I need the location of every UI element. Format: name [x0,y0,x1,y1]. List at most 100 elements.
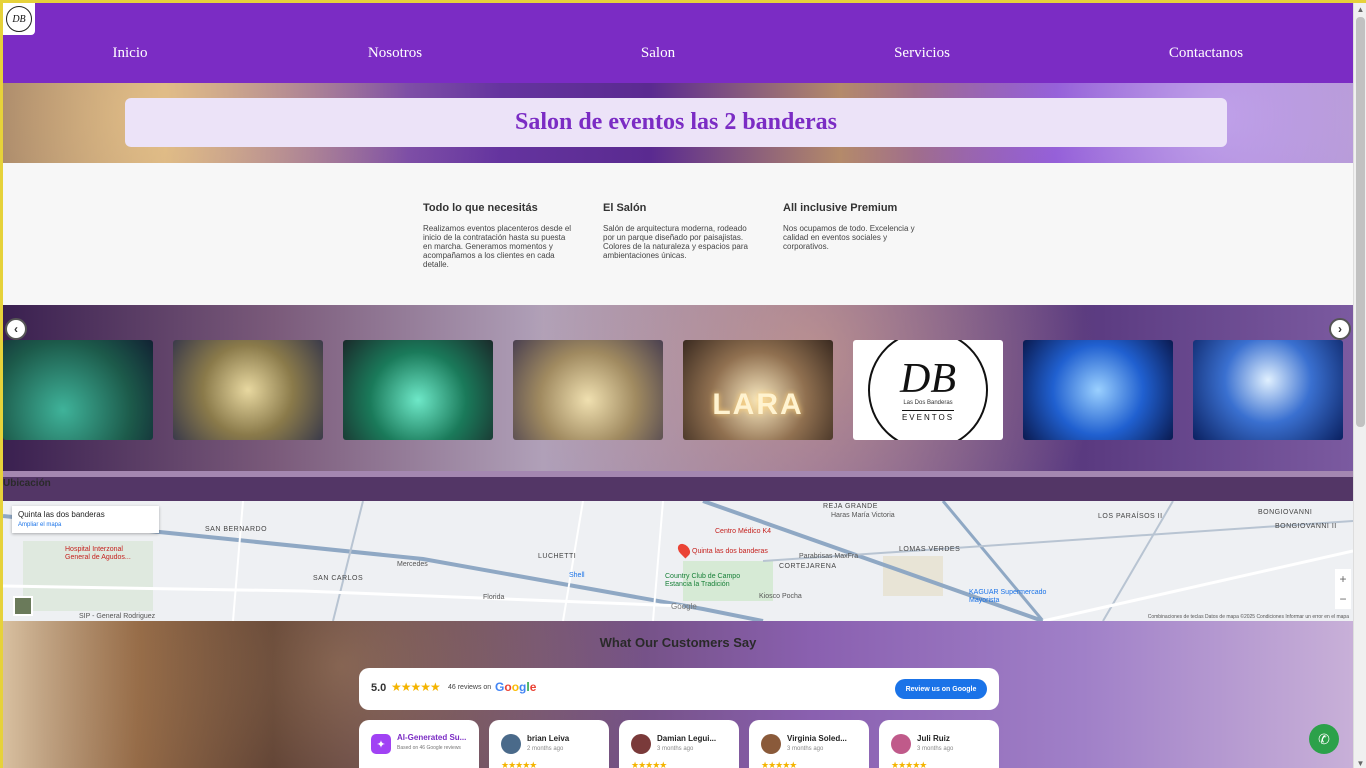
logo-subtitle: Las Dos Banderas [903,400,953,406]
map-label: BONGIOVANNI II [1275,523,1337,530]
whatsapp-icon[interactable]: ✆ [1309,724,1339,754]
feature-text: Nos ocupamos de todo. Excelencia y calid… [783,224,915,251]
map-label: Hospital Interzonal General de Agudos... [65,546,131,561]
logo-letters: DB [900,356,956,402]
map-label: LUCHETTI [538,553,577,560]
avatar [631,734,651,754]
review-date: 3 months ago [787,746,824,752]
avatar [501,734,521,754]
google-watermark: Google [671,602,697,611]
map-label: SIP - General Rodriguez [79,613,156,620]
hero-banner: Salon de eventos las 2 banderas [3,83,1353,163]
reviewer-name: brian Leiva [527,734,570,743]
review-stars: ★★★★★ [501,760,537,768]
review-stars: ★★★★★ [891,760,927,768]
nav-link-inicio[interactable]: Inicio [113,45,148,62]
scrollbar-thumb[interactable] [1356,17,1365,427]
gallery-photo[interactable] [343,340,493,440]
page-scrollbar[interactable]: ▲ ▼ [1353,3,1366,768]
map-label: SAN CARLOS [313,575,364,582]
chevron-right-icon[interactable]: › [1329,318,1351,340]
page: DB Inicio Nosotros Salon Servicios Conta… [3,3,1353,768]
feature-title: All inclusive Premium [783,202,898,214]
reviewer-name: Virginia Soled... [787,734,847,743]
avatar [891,734,911,754]
scroll-down-icon[interactable]: ▼ [1356,759,1365,768]
gallery-photo[interactable] [3,340,153,440]
feature-premium: All inclusive Premium Nos ocupamos de to… [783,202,935,251]
review-card[interactable]: Damian Legui... 3 months ago ★★★★★ [619,720,739,768]
review-stars: ★★★★★ [761,760,797,768]
map-label: Florida [483,594,505,601]
gallery-photo[interactable] [1023,340,1173,440]
location-label: Ubicación [3,478,51,489]
map-label: Centro Médico K4 [715,528,772,535]
map-place-card: Quinta las dos banderas Ampliar el mapa [12,506,159,533]
brand-logo: DB Las Dos Banderas EVENTOS [868,340,988,440]
hero-card: Salon de eventos las 2 banderas [125,98,1227,147]
satellite-toggle[interactable] [13,596,33,616]
review-count: 46 reviews on [448,684,492,691]
map-label: Quinta las dos banderas [692,548,768,555]
map-label: Mercedes [397,561,428,568]
ai-summary-title: AI-Generated Su... [397,733,467,742]
review-card[interactable]: Virginia Soled... 3 months ago ★★★★★ [749,720,869,768]
avatar [761,734,781,754]
review-date: 2 months ago [527,746,564,752]
map-footer[interactable]: Combinaciones de teclas Datos de mapa ©2… [1148,614,1349,620]
map-label: Kiosco Pocha [759,593,802,600]
review-stars: ★★★★★ [631,760,667,768]
reviewer-name: Damian Legui... [657,734,717,743]
top-nav: DB Inicio Nosotros Salon Servicios Conta… [3,3,1353,83]
ai-summary-card[interactable]: ✦ AI-Generated Su... Based on 46 Google … [359,720,479,768]
map-label: REJA GRANDE [823,503,878,510]
reviews-title: What Our Customers Say [599,635,757,650]
photo-carousel: ‹ › LARA DB Las Dos Banderas EVENTOS [3,305,1353,471]
review-us-button[interactable]: Review us on Google [895,679,987,699]
map-label: Country Club de Campo Estancia la Tradic… [665,573,741,588]
logo-emblem: DB [6,6,32,32]
nav-link-nosotros[interactable]: Nosotros [368,45,422,62]
gallery-photo[interactable] [513,340,663,440]
review-date: 3 months ago [657,746,694,752]
map-label: KAGUAR Supermercado Mayorista [969,589,1047,604]
map-label: LOMAS VERDES [899,546,961,553]
scroll-up-icon[interactable]: ▲ [1356,5,1365,15]
gallery-logo-photo[interactable]: DB Las Dos Banderas EVENTOS [853,340,1003,440]
chevron-left-icon[interactable]: ‹ [5,318,27,340]
reviews-section: What Our Customers Say 5.0 ★★★★★ 46 revi… [3,621,1353,768]
logo-eventos: EVENTOS [901,410,955,422]
feature-text: Realizamos eventos placenteros desde el … [423,224,572,269]
reviewer-name: Juli Ruiz [917,734,950,743]
site-logo[interactable]: DB [3,3,35,35]
lara-sign: LARA [712,388,804,421]
feature-todo: Todo lo que necesitás Realizamos eventos… [423,202,575,269]
rating-score: 5.0 [371,682,387,694]
nav-link-salon[interactable]: Salon [641,45,675,62]
map-place-name: Quinta las dos banderas [18,510,105,519]
location-header: Ubicación [3,471,1353,501]
gallery-photo[interactable]: LARA [683,340,833,440]
review-card[interactable]: brian Leiva 2 months ago ★★★★★ [489,720,609,768]
embedded-map[interactable]: Quinta las dos banderas Ampliar el mapa … [3,501,1353,621]
ai-summary-subtitle: Based on 46 Google reviews [397,745,461,751]
map-label: Parabrisas MaxFra [799,553,859,560]
feature-salon: El Salón Salón de arquitectura moderna, … [603,202,755,260]
page-title: Salon de eventos las 2 banderas [514,109,838,135]
enlarge-map-link[interactable]: Ampliar el mapa [18,522,153,528]
map-label: Shell [569,572,585,579]
review-date: 3 months ago [917,746,954,752]
nav-link-contactanos[interactable]: Contactanos [1169,45,1243,62]
gallery-photo[interactable] [1193,340,1343,440]
gallery-photo[interactable] [173,340,323,440]
map-label: CORTEJARENA [779,563,837,570]
review-card[interactable]: Juli Ruiz 3 months ago ★★★★★ [879,720,999,768]
features-section: Todo lo que necesitás Realizamos eventos… [3,163,1353,305]
map-label: Haras María Victoria [831,512,895,519]
rating-stars: ★★★★★ [391,680,441,694]
feature-title: El Salón [603,202,647,214]
map-zoom-control[interactable]: + − [1335,569,1351,609]
google-logo: Google [495,680,537,694]
map-label: BONGIOVANNI [1258,509,1313,516]
nav-link-servicios[interactable]: Servicios [894,45,950,62]
